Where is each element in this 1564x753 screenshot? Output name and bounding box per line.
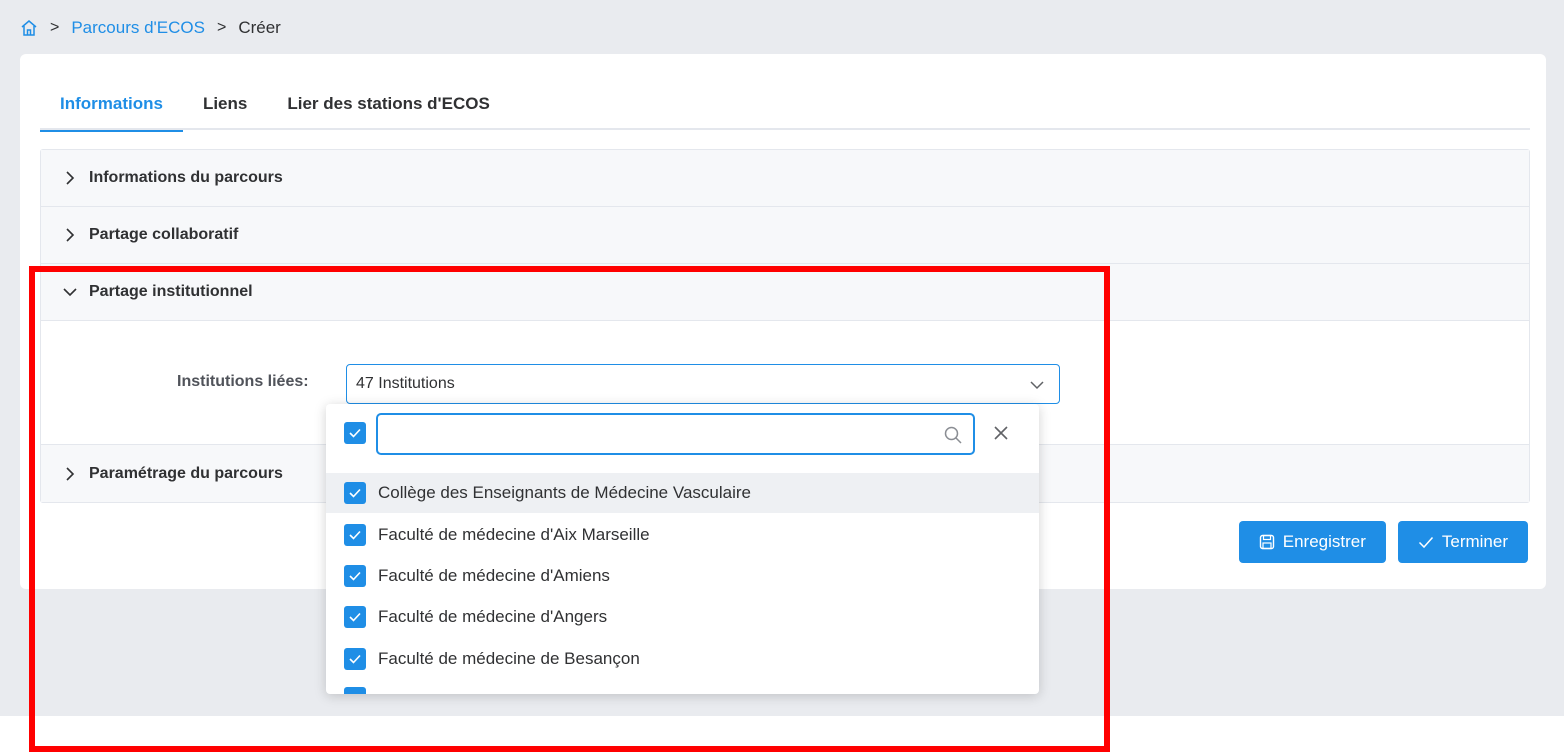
- chevron-right-icon: [66, 171, 75, 185]
- section-title: Partage institutionnel: [89, 283, 253, 300]
- check-icon: [349, 428, 361, 438]
- search-icon[interactable]: [943, 425, 963, 445]
- breadcrumb: > Parcours d'ECOS > Créer: [20, 16, 281, 40]
- dropdown-search-input[interactable]: [378, 415, 918, 453]
- chevron-right-icon: >: [50, 19, 60, 36]
- breadcrumb-link-parcours[interactable]: Parcours d'ECOS: [71, 18, 205, 38]
- check-icon: [349, 488, 361, 498]
- section-partage-collaboratif[interactable]: Partage collaboratif: [41, 207, 1529, 264]
- checkbox[interactable]: [344, 687, 366, 694]
- save-button[interactable]: Enregistrer: [1238, 521, 1386, 563]
- list-item[interactable]: Faculté de médecine d'Amiens: [326, 556, 1039, 596]
- section-title: Paramétrage du parcours: [89, 464, 283, 482]
- option-label: Faculté de médecine d'Aix Marseille: [378, 525, 650, 544]
- institutions-select-value: 47 Institutions: [356, 375, 455, 392]
- checkbox[interactable]: [344, 648, 366, 670]
- chevron-right-icon: [66, 228, 75, 242]
- check-icon: [349, 571, 361, 581]
- option-label: Faculté de médecine d'Amiens: [378, 566, 610, 585]
- tab-bar: Informations Liens Lier des stations d'E…: [40, 82, 1530, 132]
- home-icon[interactable]: [20, 19, 38, 37]
- action-buttons: Enregistrer Terminer: [1238, 521, 1528, 563]
- list-item[interactable]: Faculté de médecine d'Aix Marseille: [326, 515, 1039, 555]
- checkbox[interactable]: [344, 606, 366, 628]
- dropdown-header: [326, 404, 1039, 470]
- checkbox[interactable]: [344, 482, 366, 504]
- institutions-dropdown: Collège des Enseignants de Médecine Vasc…: [326, 404, 1039, 694]
- list-item[interactable]: Faculté de médecine de Besançon: [326, 639, 1039, 679]
- tab-informations[interactable]: Informations: [40, 82, 183, 132]
- chevron-right-icon: >: [216, 19, 227, 36]
- option-label: Collège des Enseignants de Médecine Vasc…: [378, 483, 751, 502]
- institutions-label: Institutions liées:: [177, 373, 309, 390]
- dropdown-search-field[interactable]: [376, 413, 975, 455]
- breadcrumb-current: Créer: [238, 18, 281, 37]
- list-item[interactable]: [326, 687, 1039, 694]
- option-label: Faculté de médecine d'Angers: [378, 607, 608, 626]
- finish-label: Terminer: [1441, 532, 1508, 551]
- check-icon: [1418, 536, 1433, 549]
- section-informations-parcours[interactable]: Informations du parcours: [41, 150, 1529, 207]
- checkbox[interactable]: [344, 524, 366, 546]
- section-partage-institutionnel[interactable]: Partage institutionnel: [41, 264, 1529, 321]
- chevron-down-icon: [63, 288, 77, 297]
- section-title: Partage collaboratif: [89, 226, 239, 243]
- tab-liens[interactable]: Liens: [183, 82, 267, 130]
- section-title: Informations du parcours: [89, 169, 283, 186]
- check-icon: [349, 654, 361, 664]
- chevron-down-icon: [1030, 381, 1044, 390]
- close-icon[interactable]: [992, 424, 1010, 442]
- list-item[interactable]: Faculté de médecine d'Angers: [326, 597, 1039, 637]
- check-icon: [349, 612, 361, 622]
- check-icon: [349, 530, 361, 540]
- tab-lier-stations[interactable]: Lier des stations d'ECOS: [267, 82, 509, 130]
- select-all-checkbox[interactable]: [344, 422, 366, 444]
- institutions-select[interactable]: 47 Institutions: [346, 364, 1060, 404]
- option-label: Faculté de médecine de Besançon: [378, 649, 640, 668]
- checkbox[interactable]: [344, 565, 366, 587]
- chevron-right-icon: [66, 466, 75, 481]
- finish-button[interactable]: Terminer: [1397, 521, 1528, 563]
- save-label: Enregistrer: [1282, 532, 1366, 551]
- save-icon: [1259, 534, 1274, 550]
- list-item[interactable]: Collège des Enseignants de Médecine Vasc…: [326, 473, 1039, 513]
